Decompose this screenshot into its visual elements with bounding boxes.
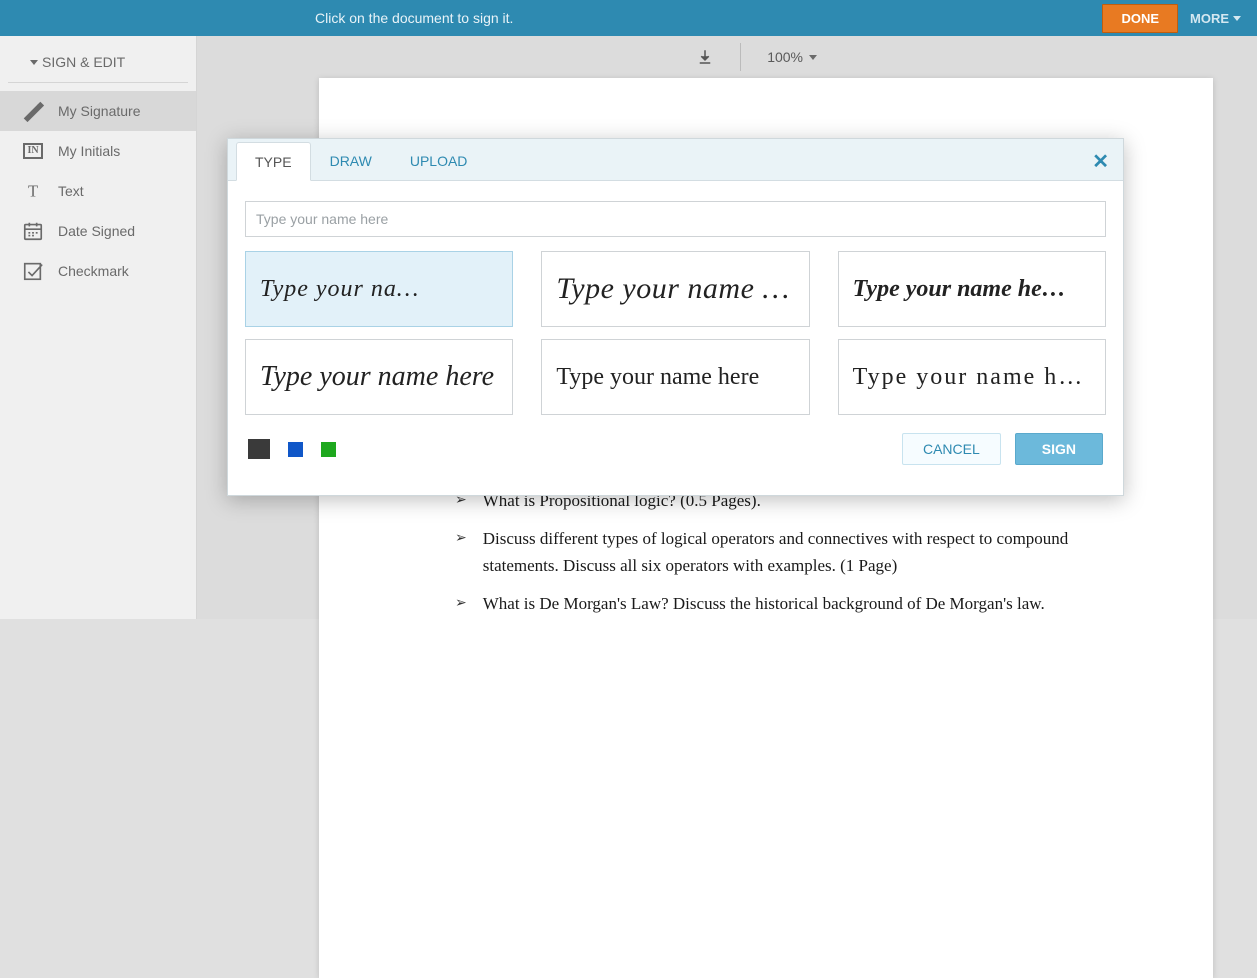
cancel-button[interactable]: CANCEL <box>902 433 1001 465</box>
list-item: ➢What is De Morgan's Law? Discuss the hi… <box>455 591 1185 617</box>
sidebar-item-label: My Signature <box>58 103 140 119</box>
close-icon[interactable]: ✕ <box>1092 149 1109 174</box>
text-icon: T <box>22 180 44 202</box>
sidebar-item-label: Checkmark <box>58 263 129 279</box>
done-button[interactable]: DONE <box>1102 4 1178 33</box>
signature-option-3[interactable]: Type your name he… <box>838 251 1106 327</box>
color-swatch-black[interactable] <box>248 439 270 459</box>
sidebar-title[interactable]: SIGN & EDIT <box>8 44 188 83</box>
signature-option-2[interactable]: Type your name here <box>541 251 809 327</box>
signature-modal: TYPE DRAW UPLOAD ✕ Type your na… Type yo… <box>227 138 1124 496</box>
checkmark-icon <box>22 260 44 282</box>
caret-down-icon <box>1233 16 1241 21</box>
toolbar-separator <box>740 43 741 71</box>
more-label: MORE <box>1190 11 1229 26</box>
sidebar-item-signature[interactable]: My Signature <box>0 91 196 131</box>
sidebar: SIGN & EDIT My Signature IN My Initials … <box>0 36 197 619</box>
document-toolbar: 100% <box>197 36 1257 78</box>
chevron-down-icon <box>30 60 38 65</box>
tab-type[interactable]: TYPE <box>236 142 311 181</box>
modal-body: Type your na… Type your name here Type y… <box>228 181 1123 495</box>
bullet-icon: ➢ <box>455 526 467 579</box>
sidebar-item-label: My Initials <box>58 143 120 159</box>
sidebar-item-date[interactable]: Date Signed <box>0 211 196 251</box>
tab-draw[interactable]: DRAW <box>311 141 391 180</box>
calendar-icon <box>22 220 44 242</box>
svg-text:T: T <box>28 182 38 201</box>
sidebar-item-initials[interactable]: IN My Initials <box>0 131 196 171</box>
more-button[interactable]: MORE <box>1186 5 1245 32</box>
download-button[interactable] <box>696 48 714 66</box>
signature-option-6[interactable]: Type your name he… <box>838 339 1106 415</box>
sidebar-item-label: Text <box>58 183 84 199</box>
signature-option-4[interactable]: Type your name here <box>245 339 513 415</box>
signature-option-5[interactable]: Type your name here <box>541 339 809 415</box>
caret-down-icon <box>809 55 817 60</box>
sidebar-item-label: Date Signed <box>58 223 135 239</box>
tab-upload[interactable]: UPLOAD <box>391 141 487 180</box>
signature-option-1[interactable]: Type your na… <box>245 251 513 327</box>
zoom-control[interactable]: 100% <box>767 49 817 65</box>
sidebar-item-text[interactable]: T Text <box>0 171 196 211</box>
initials-icon: IN <box>22 140 44 162</box>
top-bar: Click on the document to sign it. DONE M… <box>0 0 1257 36</box>
zoom-label: 100% <box>767 49 803 65</box>
signature-style-grid: Type your na… Type your name here Type y… <box>236 251 1115 415</box>
sidebar-title-label: SIGN & EDIT <box>42 54 125 70</box>
sidebar-item-checkmark[interactable]: Checkmark <box>0 251 196 291</box>
bullet-icon: ➢ <box>455 591 467 617</box>
list-item: ➢Discuss different types of logical oper… <box>455 526 1185 579</box>
sign-button[interactable]: SIGN <box>1015 433 1103 465</box>
instruction-text: Click on the document to sign it. <box>315 10 513 26</box>
modal-tabs: TYPE DRAW UPLOAD ✕ <box>228 139 1123 181</box>
signature-icon <box>22 100 44 122</box>
modal-footer: CANCEL SIGN <box>236 415 1115 479</box>
color-swatch-green[interactable] <box>321 442 336 457</box>
document-content: ➢What is Propositional logic? (0.5 Pages… <box>455 488 1185 617</box>
name-input[interactable] <box>245 201 1106 237</box>
color-swatch-blue[interactable] <box>288 442 303 457</box>
